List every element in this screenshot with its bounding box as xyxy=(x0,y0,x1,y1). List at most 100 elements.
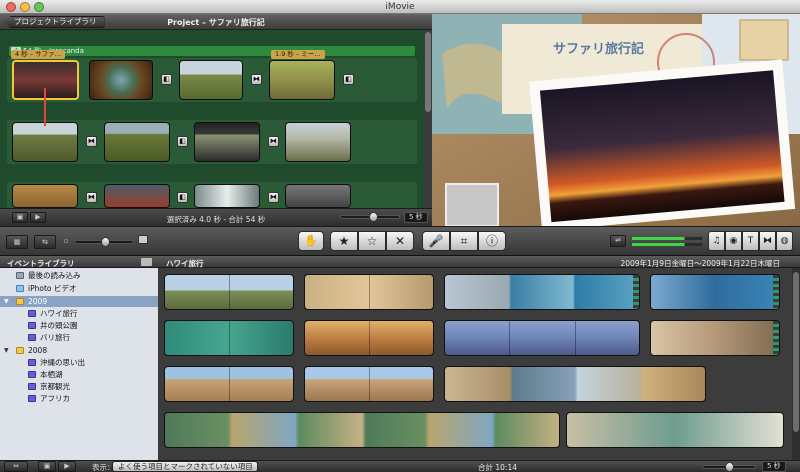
event-clip[interactable] xyxy=(650,274,780,310)
event-clip[interactable] xyxy=(304,320,434,356)
viewer-title-text: サファリ旅行記 xyxy=(553,41,644,57)
audio-skimming-button[interactable]: ⇌ xyxy=(610,235,626,247)
title-browser-icon[interactable]: T xyxy=(742,231,759,251)
maps-browser-icon[interactable]: ◍ xyxy=(776,231,793,251)
event-thumbnail-slider[interactable] xyxy=(702,462,756,472)
transition-icon[interactable]: ◧ xyxy=(161,74,172,85)
event-browser: ハワイ旅行 2009年1月9日金曜日〜2009年1月22日木曜日 xyxy=(158,256,800,460)
project-thumbnail-slider[interactable] xyxy=(340,212,400,222)
project-clip[interactable] xyxy=(269,60,335,100)
mark-favorite-button[interactable]: ★ xyxy=(330,231,358,251)
transition-icon[interactable]: ◧ xyxy=(343,74,354,85)
scrollbar-thumb[interactable] xyxy=(425,32,431,112)
iphoto-icon xyxy=(16,285,24,292)
clip-frame-divider xyxy=(229,367,230,401)
title-bar: iMovie xyxy=(0,0,800,14)
event-browser-scrollbar[interactable] xyxy=(792,268,800,460)
small-thumbnail-icon: ▫ xyxy=(64,237,69,245)
playhead-marker[interactable] xyxy=(44,88,46,126)
event-library-title: イベントライブラリ xyxy=(7,259,75,268)
folder-icon xyxy=(16,298,24,305)
transition-icon[interactable]: ⧓ xyxy=(268,136,279,147)
sidebar-item-last-import[interactable]: 最後の読み込み xyxy=(0,270,158,281)
transition-browser-icon[interactable]: ⧓ xyxy=(759,231,776,251)
slider-knob[interactable] xyxy=(101,237,110,247)
event-clip[interactable] xyxy=(650,320,780,356)
transition-icon[interactable]: ⧓ xyxy=(268,192,279,203)
voiceover-button[interactable]: 🎤 xyxy=(422,231,450,251)
sidebar-item-event[interactable]: バリ旅行 xyxy=(0,332,158,343)
sidebar-item-event[interactable]: ハワイ旅行 xyxy=(0,308,158,319)
event-date-range: 2009年1月9日金曜日〜2009年1月22日木曜日 xyxy=(620,259,780,268)
reject-button[interactable]: ✕ xyxy=(386,231,414,251)
sidebar-item-year-2008[interactable]: ▼ 2008 xyxy=(0,345,158,356)
play-full-screen-event-button[interactable]: ▣ xyxy=(38,461,56,472)
event-clip[interactable] xyxy=(164,320,294,356)
add-event-button[interactable]: ⇔ xyxy=(4,461,28,472)
unmark-button[interactable]: ☆ xyxy=(358,231,386,251)
sidebar-item-event[interactable]: 沖縄の思い出 xyxy=(0,357,158,368)
event-clip[interactable] xyxy=(164,412,560,448)
event-title: ハワイ旅行 xyxy=(166,259,204,268)
event-clip[interactable] xyxy=(164,274,294,310)
crop-button[interactable]: ⌗ xyxy=(450,231,478,251)
project-clip[interactable] xyxy=(89,60,153,100)
slider-knob[interactable] xyxy=(369,212,378,222)
sidebar-item-event[interactable]: 井の頭公園 xyxy=(0,320,158,331)
hand-tool-button[interactable]: ✋ xyxy=(298,231,324,251)
event-clip[interactable] xyxy=(304,274,434,310)
swap-panes-button[interactable]: ⇆ xyxy=(34,235,56,249)
project-scrollbar[interactable] xyxy=(424,30,432,208)
event-thumb-duration: 5 秒 xyxy=(762,461,786,472)
project-clip[interactable] xyxy=(104,122,170,162)
scrollbar-thumb[interactable] xyxy=(793,272,799,432)
event-icon xyxy=(28,334,36,341)
waveform-zoom-slider[interactable] xyxy=(74,237,134,247)
event-icon xyxy=(28,322,36,329)
project-clip[interactable] xyxy=(12,184,78,208)
sidebar-item-event[interactable]: 京都観光 xyxy=(0,381,158,392)
project-clip[interactable] xyxy=(194,184,260,208)
sidebar-item-year-2009[interactable]: ▼ 2009 xyxy=(0,296,158,307)
large-thumbnail-icon xyxy=(138,235,148,244)
project-clip[interactable] xyxy=(104,184,170,208)
project-clip[interactable] xyxy=(285,184,351,208)
project-clip[interactable] xyxy=(285,122,351,162)
show-filter-select[interactable]: よく使う項目とマークされていない項目 xyxy=(112,461,258,472)
event-clip[interactable] xyxy=(444,274,640,310)
info-button[interactable]: ⓘ xyxy=(478,231,506,251)
photo-browser-icon[interactable]: ◉ xyxy=(725,231,742,251)
event-icon xyxy=(28,395,36,402)
project-clip[interactable] xyxy=(179,60,243,100)
project-storyboard[interactable]: ♪ 54 秒 – Jaracanda 4 秒 – サファ… 1.9 秒 – ミー… xyxy=(0,30,424,208)
play-event-button[interactable]: ▶ xyxy=(58,461,76,472)
folder-icon xyxy=(16,347,24,354)
event-library: イベントライブラリ 最後の読み込み iPhoto ビデオ ▼ 2009 ハワイ旅… xyxy=(0,256,158,460)
event-clip[interactable] xyxy=(444,366,706,402)
event-clip[interactable] xyxy=(566,412,784,448)
sort-toggle-icon[interactable] xyxy=(141,258,152,266)
disclosure-triangle-icon[interactable]: ▼ xyxy=(4,296,9,307)
music-browser-icon[interactable]: ♫ xyxy=(708,231,725,251)
disclosure-triangle-icon[interactable]: ▼ xyxy=(4,345,9,356)
viewer-preview: サファリ旅行記 xyxy=(432,14,800,226)
project-clip[interactable] xyxy=(12,122,78,162)
sidebar-item-event[interactable]: アフリカ xyxy=(0,393,158,404)
event-clip[interactable] xyxy=(304,366,434,402)
event-library-header: イベントライブラリ xyxy=(0,256,158,268)
slider-knob[interactable] xyxy=(725,462,734,472)
camera-import-button[interactable]: ▦ xyxy=(6,235,28,249)
clip-row: 4 秒 – サファ… 1.9 秒 – ミー… ◧ ⧓ ◧ xyxy=(7,50,417,102)
project-clip[interactable] xyxy=(194,122,260,162)
background-music-track[interactable]: ♪ 54 秒 – Jaracanda xyxy=(9,46,415,56)
sidebar-item-event[interactable]: 本栖湖 xyxy=(0,369,158,380)
transition-icon[interactable]: ⧓ xyxy=(86,192,97,203)
transition-icon[interactable]: ◧ xyxy=(177,136,188,147)
viewer-pane[interactable]: サファリ旅行記 xyxy=(432,14,800,226)
event-clip[interactable] xyxy=(444,320,640,356)
transition-icon[interactable]: ⧓ xyxy=(86,136,97,147)
transition-icon[interactable]: ◧ xyxy=(177,192,188,203)
transition-icon[interactable]: ⧓ xyxy=(251,74,262,85)
event-clip[interactable] xyxy=(164,366,294,402)
sidebar-item-iphoto-video[interactable]: iPhoto ビデオ xyxy=(0,283,158,294)
